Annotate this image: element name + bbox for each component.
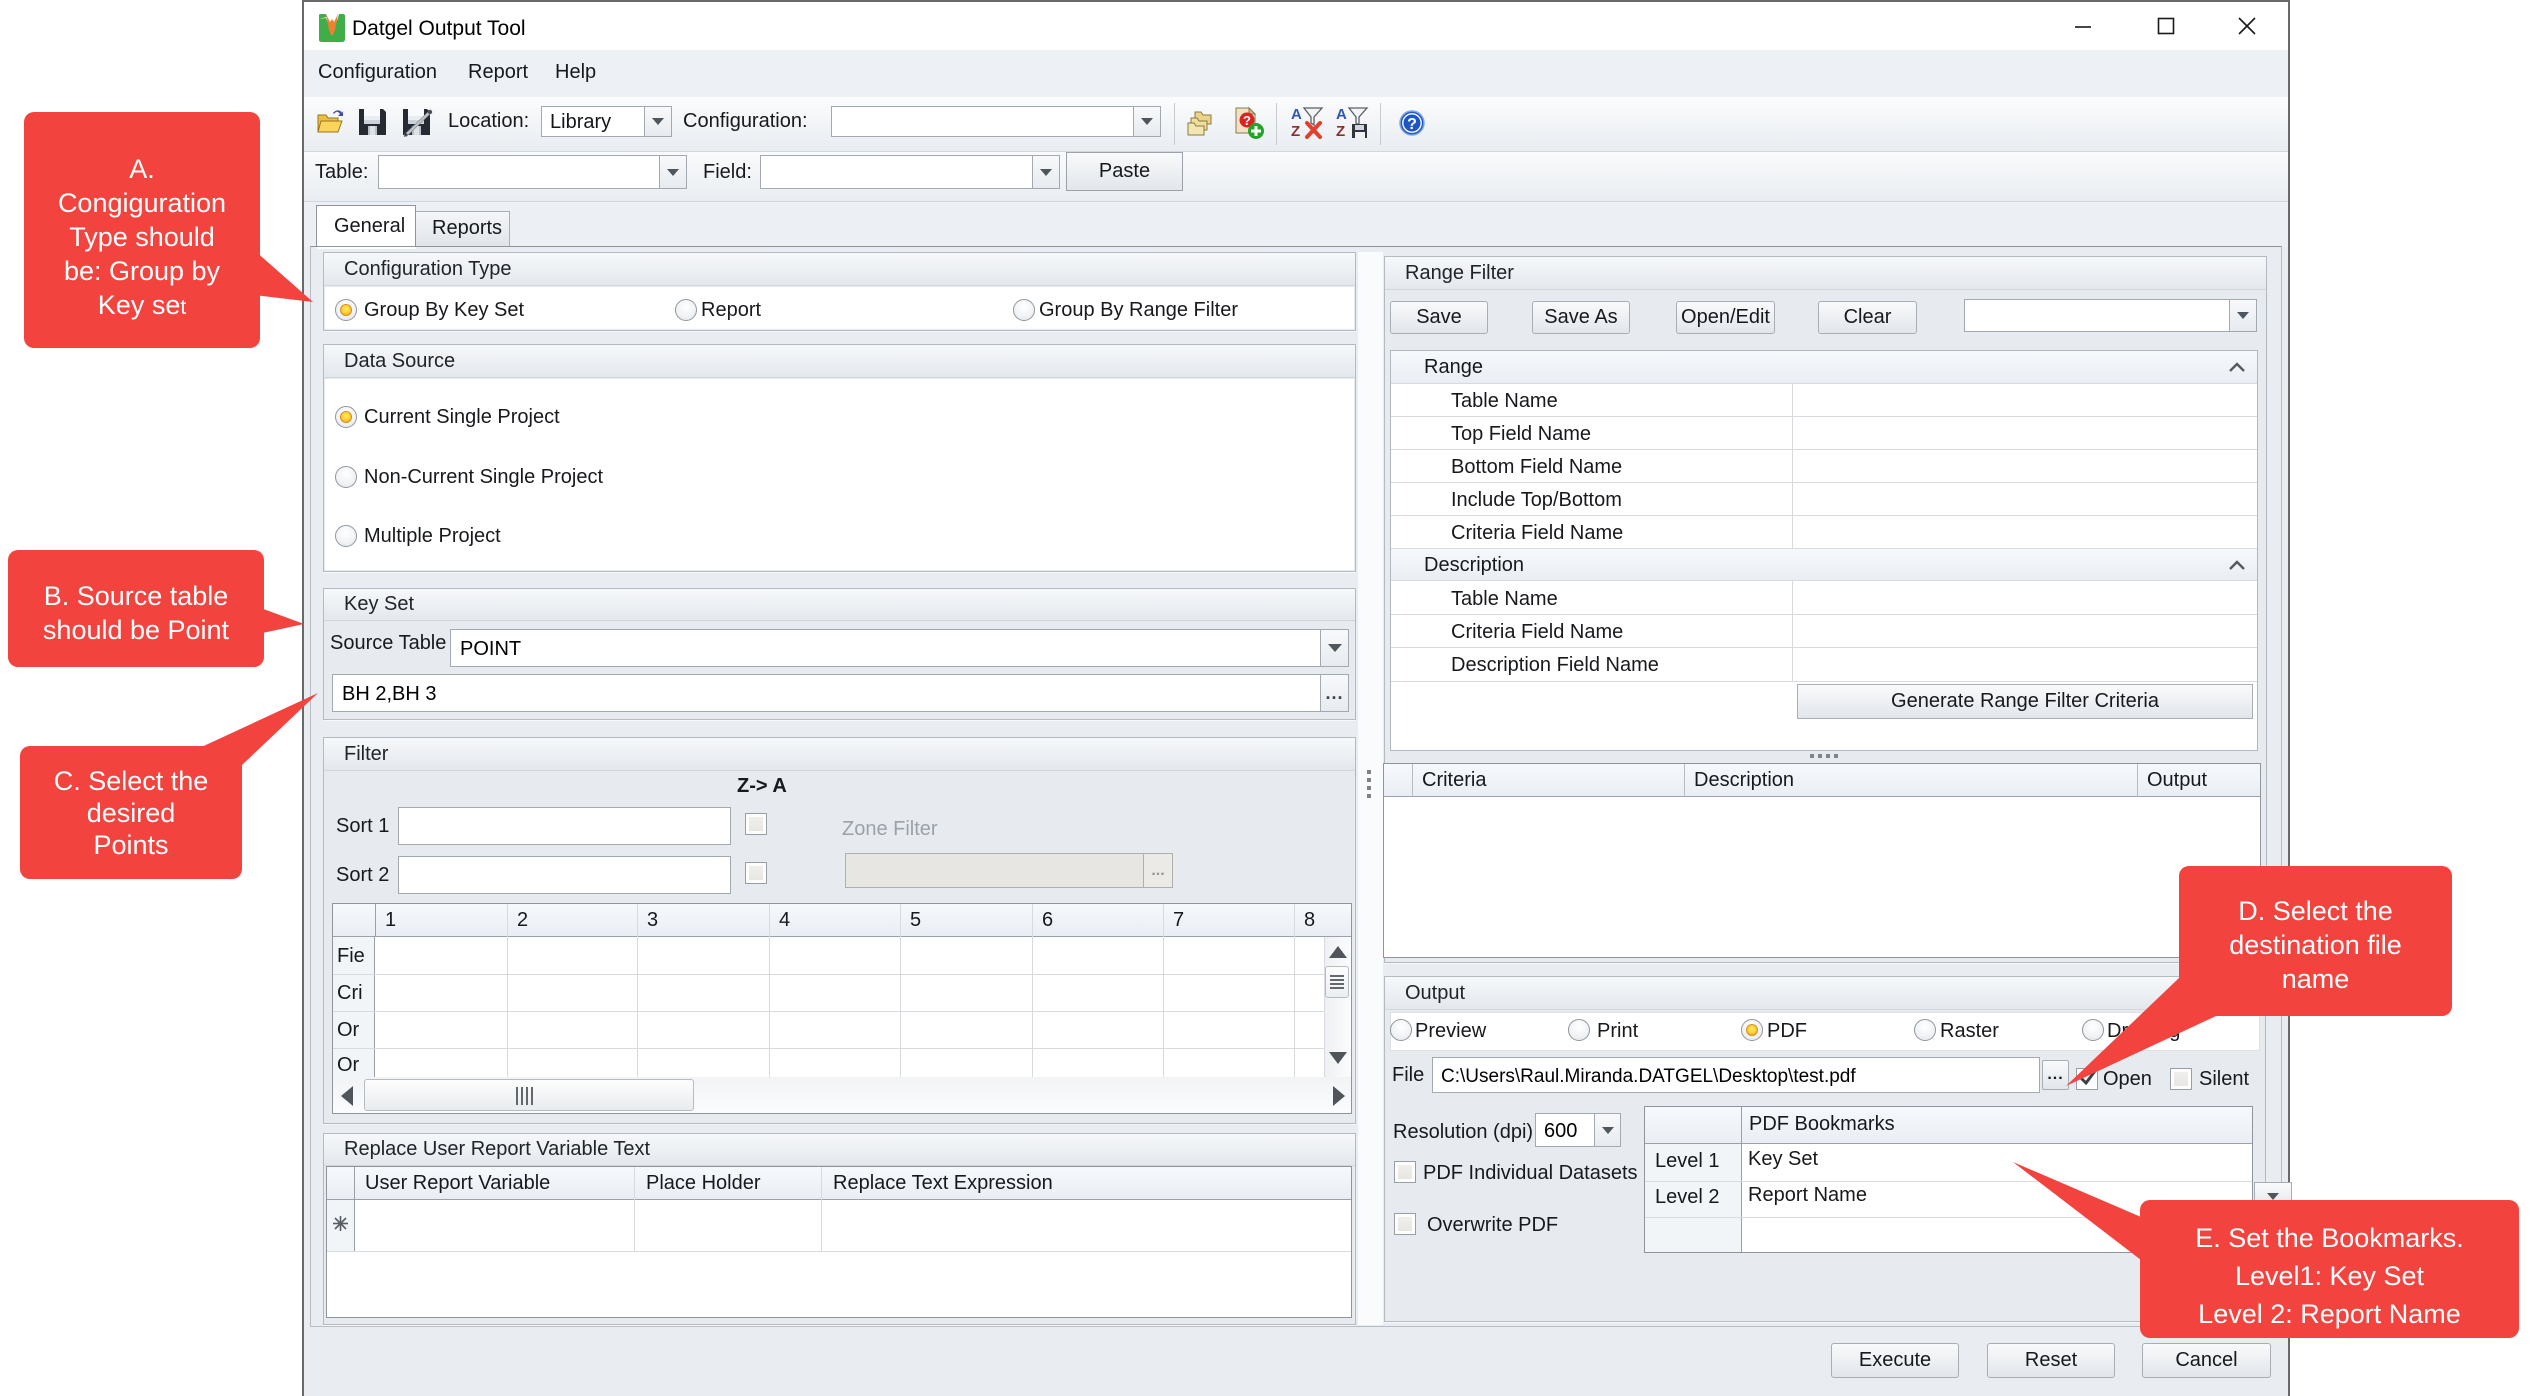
svg-text:A: A	[1336, 106, 1347, 123]
svg-text:A: A	[1291, 106, 1302, 123]
svg-text:?: ?	[1243, 113, 1251, 128]
svg-text:Z: Z	[1336, 123, 1345, 140]
svg-text:?: ?	[1407, 116, 1417, 133]
svg-text:Z: Z	[1291, 123, 1300, 140]
